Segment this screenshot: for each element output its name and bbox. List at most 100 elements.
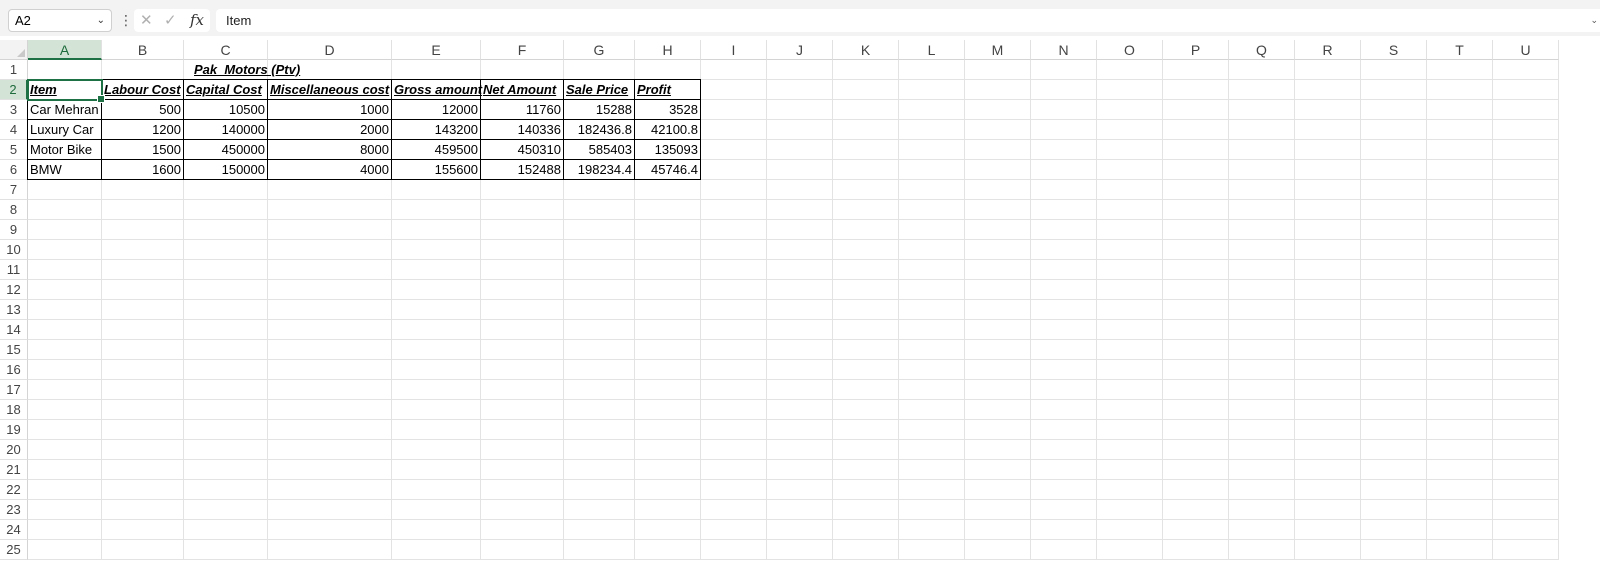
cell-t11[interactable] <box>1427 260 1493 280</box>
cell-b24[interactable] <box>102 520 184 540</box>
cell-m5[interactable] <box>965 140 1031 160</box>
cell-p21[interactable] <box>1163 460 1229 480</box>
cell-o18[interactable] <box>1097 400 1163 420</box>
value-cell[interactable]: 1600 <box>101 159 184 180</box>
column-header-a[interactable]: A <box>28 40 102 60</box>
column-header-d[interactable]: D <box>268 40 392 60</box>
row-header-19[interactable]: 19 <box>0 420 28 440</box>
cell-f14[interactable] <box>481 320 564 340</box>
cell-l14[interactable] <box>899 320 965 340</box>
cell-b21[interactable] <box>102 460 184 480</box>
cell-m19[interactable] <box>965 420 1031 440</box>
cell-d7[interactable] <box>268 180 392 200</box>
cell-s19[interactable] <box>1361 420 1427 440</box>
cell-p4[interactable] <box>1163 120 1229 140</box>
cell-n8[interactable] <box>1031 200 1097 220</box>
cell-j2[interactable] <box>767 80 833 100</box>
cell-d24[interactable] <box>268 520 392 540</box>
cell-a18[interactable] <box>28 400 102 420</box>
column-header-j[interactable]: J <box>767 40 833 60</box>
cell-c22[interactable] <box>184 480 268 500</box>
cell-c23[interactable] <box>184 500 268 520</box>
cell-k8[interactable] <box>833 200 899 220</box>
cell-u21[interactable] <box>1493 460 1559 480</box>
cell-e23[interactable] <box>392 500 481 520</box>
column-header-g[interactable]: G <box>564 40 635 60</box>
cell-q12[interactable] <box>1229 280 1295 300</box>
cell-i5[interactable] <box>701 140 767 160</box>
cell-s11[interactable] <box>1361 260 1427 280</box>
formula-input[interactable]: Item ⌄ <box>216 9 1600 32</box>
cell-k11[interactable] <box>833 260 899 280</box>
row-header-18[interactable]: 18 <box>0 400 28 420</box>
cell-j25[interactable] <box>767 540 833 560</box>
cell-t13[interactable] <box>1427 300 1493 320</box>
cell-k17[interactable] <box>833 380 899 400</box>
name-box[interactable]: A2 ⌄ <box>8 9 112 32</box>
value-cell[interactable]: 12000 <box>391 99 481 120</box>
cell-p9[interactable] <box>1163 220 1229 240</box>
cell-j15[interactable] <box>767 340 833 360</box>
cell-o25[interactable] <box>1097 540 1163 560</box>
cell-d22[interactable] <box>268 480 392 500</box>
cell-k1[interactable] <box>833 60 899 80</box>
cell-o11[interactable] <box>1097 260 1163 280</box>
value-cell[interactable]: 2000 <box>267 119 392 140</box>
cell-t4[interactable] <box>1427 120 1493 140</box>
cell-k10[interactable] <box>833 240 899 260</box>
cell-s7[interactable] <box>1361 180 1427 200</box>
cell-t20[interactable] <box>1427 440 1493 460</box>
cell-k20[interactable] <box>833 440 899 460</box>
cell-l15[interactable] <box>899 340 965 360</box>
cell-d8[interactable] <box>268 200 392 220</box>
cell-r14[interactable] <box>1295 320 1361 340</box>
row-header-3[interactable]: 3 <box>0 100 28 120</box>
cell-i21[interactable] <box>701 460 767 480</box>
cell-u7[interactable] <box>1493 180 1559 200</box>
cell-u10[interactable] <box>1493 240 1559 260</box>
expand-formula-bar-icon[interactable]: ⌄ <box>1590 9 1598 32</box>
column-header-s[interactable]: S <box>1361 40 1427 60</box>
cell-l2[interactable] <box>899 80 965 100</box>
cell-g7[interactable] <box>564 180 635 200</box>
cell-m6[interactable] <box>965 160 1031 180</box>
cell-i23[interactable] <box>701 500 767 520</box>
value-cell[interactable]: 143200 <box>391 119 481 140</box>
cell-h9[interactable] <box>635 220 701 240</box>
cell-r3[interactable] <box>1295 100 1361 120</box>
column-header-o[interactable]: O <box>1097 40 1163 60</box>
header-cell[interactable]: Profit <box>634 79 701 100</box>
cell-m24[interactable] <box>965 520 1031 540</box>
cell-k9[interactable] <box>833 220 899 240</box>
cell-q10[interactable] <box>1229 240 1295 260</box>
cell-u24[interactable] <box>1493 520 1559 540</box>
cell-b13[interactable] <box>102 300 184 320</box>
cell-j4[interactable] <box>767 120 833 140</box>
cell-o14[interactable] <box>1097 320 1163 340</box>
cell-j13[interactable] <box>767 300 833 320</box>
cell-s6[interactable] <box>1361 160 1427 180</box>
cell-a21[interactable] <box>28 460 102 480</box>
row-header-7[interactable]: 7 <box>0 180 28 200</box>
cell-d13[interactable] <box>268 300 392 320</box>
cell-o24[interactable] <box>1097 520 1163 540</box>
cell-c9[interactable] <box>184 220 268 240</box>
cell-l17[interactable] <box>899 380 965 400</box>
cell-a8[interactable] <box>28 200 102 220</box>
cell-a13[interactable] <box>28 300 102 320</box>
column-header-m[interactable]: M <box>965 40 1031 60</box>
column-header-t[interactable]: T <box>1427 40 1493 60</box>
cell-r12[interactable] <box>1295 280 1361 300</box>
cell-b8[interactable] <box>102 200 184 220</box>
column-header-k[interactable]: K <box>833 40 899 60</box>
cell-g22[interactable] <box>564 480 635 500</box>
cell-f9[interactable] <box>481 220 564 240</box>
cell-m20[interactable] <box>965 440 1031 460</box>
cell-r23[interactable] <box>1295 500 1361 520</box>
cell-j21[interactable] <box>767 460 833 480</box>
row-header-1[interactable]: 1 <box>0 60 28 80</box>
cell-f15[interactable] <box>481 340 564 360</box>
row-header-17[interactable]: 17 <box>0 380 28 400</box>
cell-p15[interactable] <box>1163 340 1229 360</box>
cell-l10[interactable] <box>899 240 965 260</box>
